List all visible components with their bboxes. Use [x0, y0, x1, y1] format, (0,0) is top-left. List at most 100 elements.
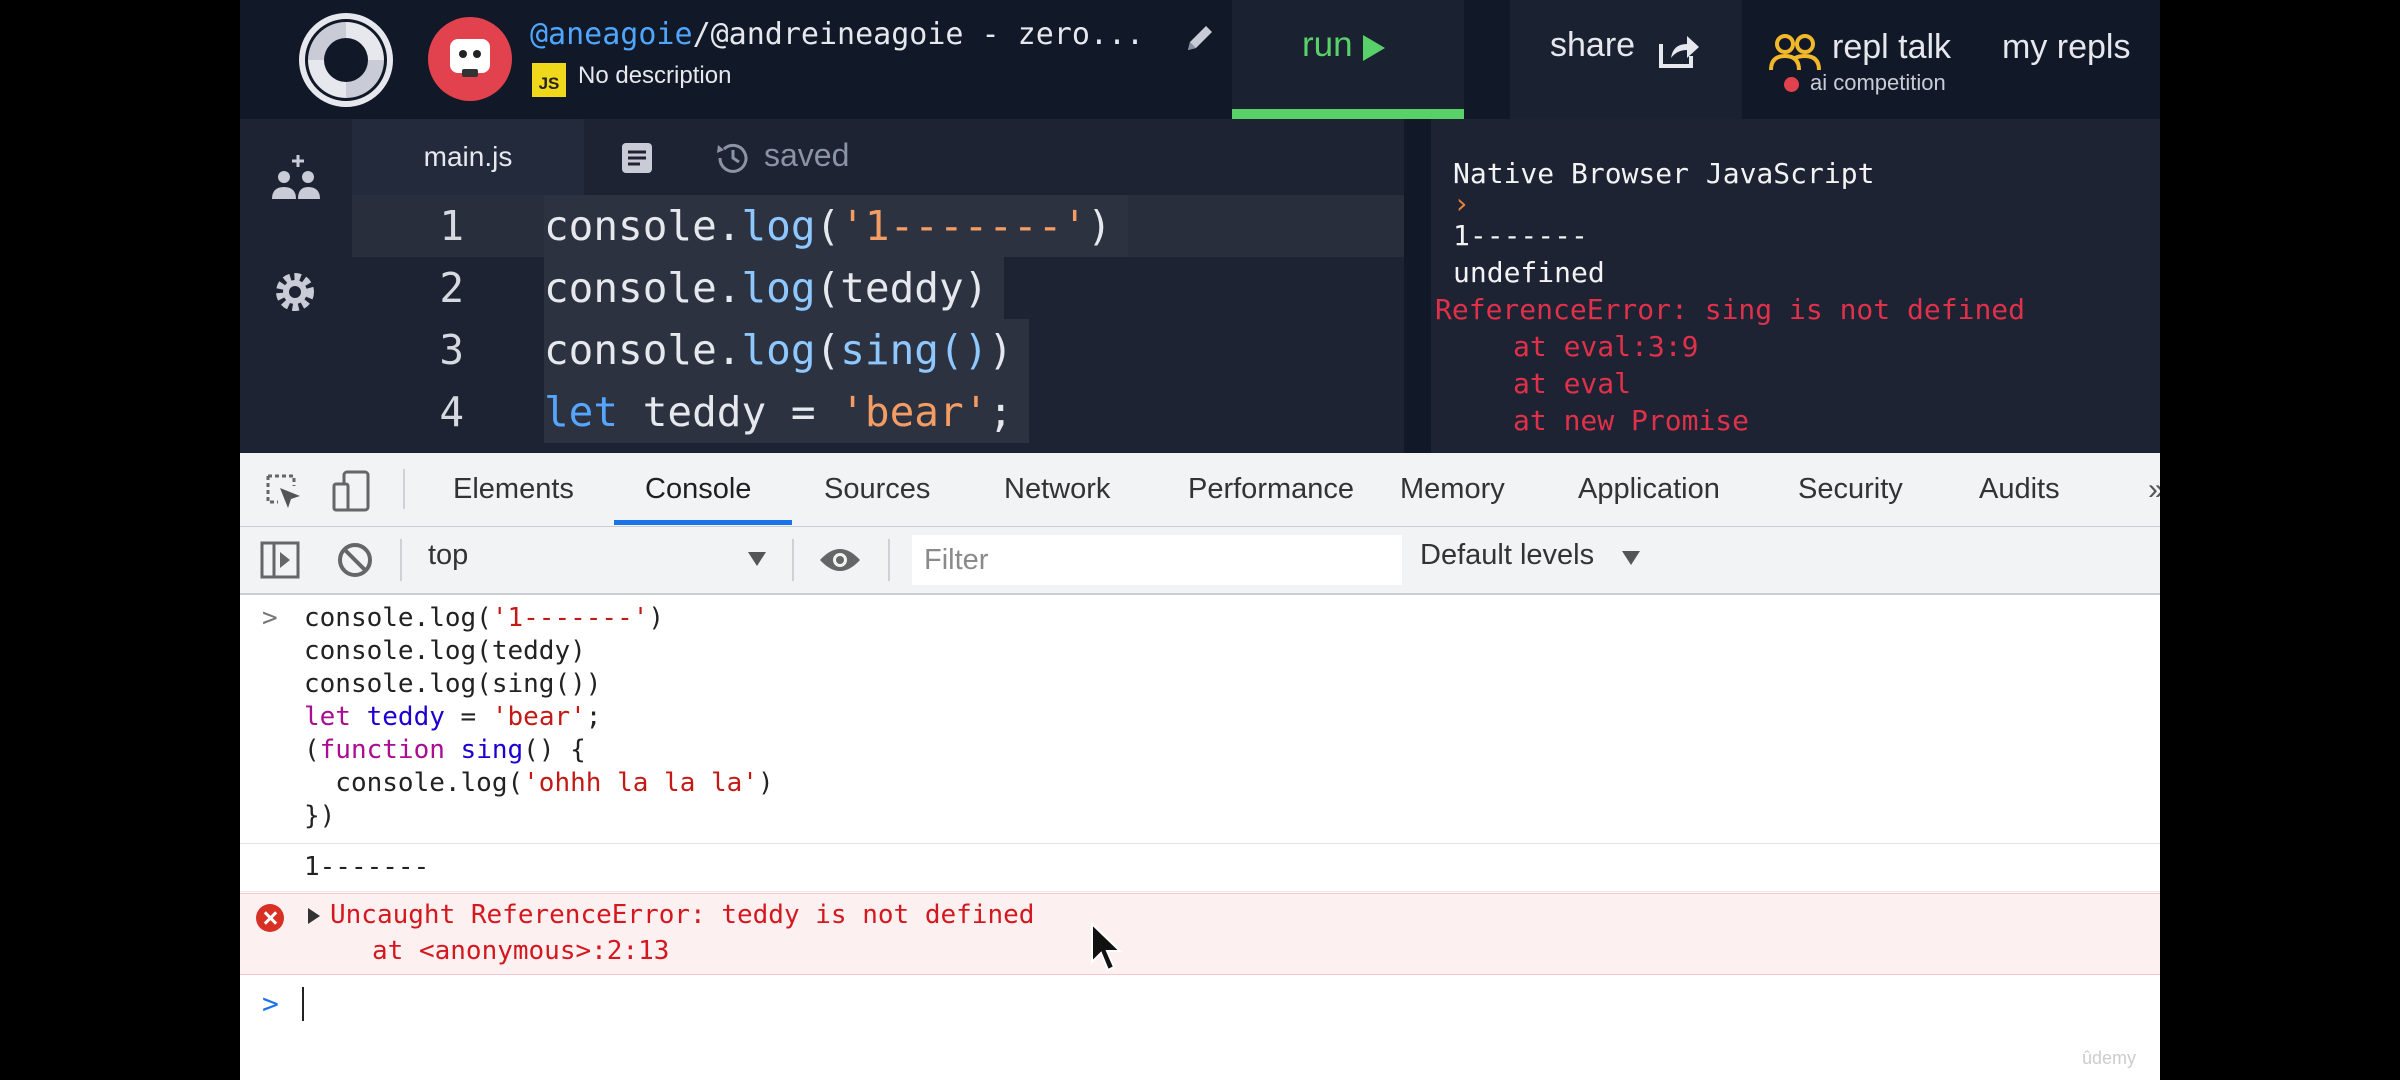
eye-icon[interactable] [818, 544, 862, 576]
file-tab-bar: main.js saved [352, 119, 1404, 195]
tab-performance[interactable]: Performance [1188, 453, 1354, 526]
console-output-line: undefined [1453, 256, 1605, 289]
notification-dot [1784, 77, 1799, 92]
code-text: console.log(teddy) [544, 257, 1005, 319]
console-error-line: at eval:3:9 [1513, 330, 1699, 363]
tab-application[interactable]: Application [1578, 453, 1720, 526]
repl-owner-link[interactable]: @aneagoie [530, 17, 693, 52]
console-error-line: at eval [1513, 367, 1632, 400]
replit-logo-icon[interactable] [298, 12, 394, 108]
toolbar-divider [792, 539, 794, 581]
console-prompt-icon: › [1453, 187, 1470, 220]
document-icon[interactable] [620, 141, 654, 175]
saved-status: saved [764, 137, 850, 173]
pane-resizer[interactable] [1404, 119, 1431, 453]
tab-security[interactable]: Security [1798, 453, 1903, 526]
console-toolbar: top Default levels [240, 527, 2160, 595]
share-button[interactable]: share [1510, 0, 1742, 119]
console-error-line: ReferenceError: sing is not defined [1435, 293, 2026, 326]
text-caret [302, 987, 304, 1021]
run-progress-bar [1232, 109, 1464, 119]
chevron-down-icon[interactable] [1622, 551, 1640, 565]
log-levels-dropdown[interactable]: Default levels [1420, 539, 1594, 572]
editor-line: 4 let teddy = 'bear'; [352, 381, 1404, 443]
line-number: 4 [439, 388, 464, 436]
add-user-icon[interactable] [270, 151, 324, 205]
gear-icon[interactable] [270, 267, 320, 317]
ai-competition-link[interactable]: ai competition [1810, 70, 1946, 96]
repl-topbar: @aneagoie/@andreineagoie - zero... JS No… [240, 0, 2160, 119]
line-number: 3 [439, 326, 464, 374]
code-line: console.log('ohhh la la la') [304, 768, 774, 798]
play-icon [1363, 35, 1385, 61]
chevron-right-icon: > [262, 987, 279, 1020]
console-panel[interactable]: > console.log('1-------') console.log(te… [240, 595, 2160, 1080]
tab-elements[interactable]: Elements [453, 453, 574, 526]
error-stack[interactable]: at <anonymous>:2:13 [372, 936, 669, 966]
expand-triangle-icon[interactable] [308, 908, 320, 924]
tab-memory[interactable]: Memory [1400, 453, 1505, 526]
context-selector[interactable]: top [428, 539, 468, 572]
code-text: let teddy = 'bear'; [544, 381, 1030, 443]
toolbar-divider [888, 539, 890, 581]
clear-console-icon[interactable] [336, 541, 374, 579]
tab-sources[interactable]: Sources [824, 453, 930, 526]
screen: @aneagoie/@andreineagoie - zero... JS No… [240, 0, 2160, 1080]
run-button[interactable]: run [1232, 0, 1464, 119]
people-icon[interactable] [1769, 32, 1821, 72]
code-editor[interactable]: 1 console.log('1-------') 2 console.log(… [352, 195, 1482, 648]
pencil-icon[interactable] [1180, 18, 1220, 58]
console-error-row: Uncaught ReferenceError: teddy is not de… [240, 893, 2160, 975]
inspect-element-icon[interactable] [264, 472, 302, 510]
active-tab-indicator [614, 520, 792, 525]
editor-line: 3 console.log(sing()) [352, 319, 1404, 381]
code-text: console.log(sing()) [544, 319, 1030, 381]
toolbar-divider [400, 539, 402, 581]
log-message: 1------- [304, 852, 430, 882]
repl-description[interactable]: No description [578, 62, 731, 90]
console-log-row: 1------- [240, 845, 2160, 892]
history-icon[interactable] [714, 139, 752, 177]
avatar[interactable] [428, 17, 512, 101]
error-message[interactable]: Uncaught ReferenceError: teddy is not de… [330, 900, 1034, 930]
my-repls-link[interactable]: my repls [2002, 28, 2130, 67]
console-output-line: 1------- [1453, 219, 1588, 252]
devtools-tab-bar: Elements Console Sources Network Perform… [240, 453, 2160, 528]
tab-network[interactable]: Network [1004, 453, 1110, 526]
console-input[interactable]: > [240, 975, 2160, 1039]
mouse-cursor-icon [1091, 922, 1123, 972]
code-text: console.log('1-------') [544, 195, 1128, 257]
language-badge: JS [532, 63, 566, 97]
repl-name: /@andreineagoie - zero... [692, 17, 1145, 52]
filter-input[interactable] [912, 535, 1402, 585]
code-line: console.log(teddy) [304, 636, 586, 666]
show-sidebar-icon[interactable] [260, 541, 300, 579]
repl-title[interactable]: @aneagoie/@andreineagoie - zero... [530, 17, 1144, 52]
tab-main-js[interactable]: main.js [352, 119, 584, 195]
line-number: 2 [439, 264, 464, 312]
code-line: }) [304, 801, 336, 831]
chevron-right-icon: > [262, 603, 278, 633]
console-error-line: at new Promise [1513, 404, 1750, 437]
chevron-down-icon[interactable] [748, 552, 766, 566]
device-toolbar-icon[interactable] [332, 470, 370, 512]
code-line: (function sing() { [304, 735, 586, 765]
share-icon [1659, 36, 1699, 68]
code-line: let teddy = 'bear'; [304, 702, 602, 732]
code-line: console.log('1-------') [304, 603, 665, 633]
tab-audits[interactable]: Audits [1979, 453, 2060, 526]
editor-line: 1 console.log('1-------') [352, 195, 1404, 257]
repl-console: Native Browser JavaScript › 1------- und… [1431, 119, 2160, 453]
editor-line: 2 console.log(teddy) [352, 257, 1404, 319]
share-label: share [1550, 26, 1636, 64]
code-line: console.log(sing()) [304, 669, 602, 699]
run-label: run [1302, 25, 1353, 64]
tab-console[interactable]: Console [645, 453, 751, 526]
console-input-echo: > console.log('1-------') console.log(te… [240, 595, 2160, 844]
more-tabs-icon[interactable]: » [2148, 473, 2160, 507]
console-header: Native Browser JavaScript [1453, 157, 1875, 190]
watermark: ûdemy [2082, 1048, 2137, 1068]
repl-talk-link[interactable]: repl talk [1832, 28, 1951, 67]
error-icon [256, 904, 284, 932]
line-number: 1 [439, 202, 464, 250]
